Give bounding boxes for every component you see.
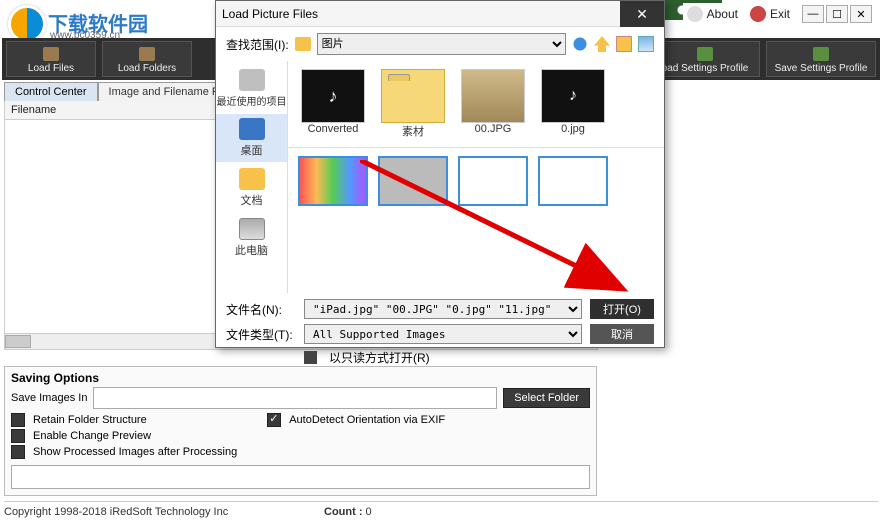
tab-control-center[interactable]: Control Center (4, 82, 98, 101)
file-label: 00.JPG (475, 123, 512, 135)
filename-input[interactable]: "iPad.jpg" "00.JPG" "0.jpg" "11.jpg" (304, 299, 582, 319)
filetype-select[interactable]: All Supported Images (304, 324, 582, 344)
dialog-title: Load Picture Files (216, 1, 664, 27)
file-item[interactable] (298, 156, 368, 206)
thumbnail-icon (461, 69, 525, 123)
place-recent-label: 最近使用的项目 (217, 93, 287, 108)
bottom-input[interactable] (11, 465, 590, 489)
saving-title: Saving Options (11, 371, 590, 385)
file-label: Converted (308, 123, 359, 135)
save-settings-label: Save Settings Profile (775, 63, 868, 74)
file-item[interactable]: ♪0.jpg (538, 69, 608, 139)
preview-label: Enable Change Preview (33, 430, 151, 442)
preview-checkbox[interactable] (11, 429, 25, 443)
autodetect-label: AutoDetect Orientation via EXIF (289, 414, 445, 426)
settings-icon (697, 47, 713, 61)
place-documents[interactable]: 文档 (216, 164, 287, 212)
readonly-label: 以只读方式打开(R) (329, 349, 430, 366)
exit-button[interactable]: Exit (750, 6, 790, 22)
open-button[interactable]: 打开(O) (590, 299, 654, 319)
view-menu-icon[interactable] (638, 36, 654, 52)
load-files-button[interactable]: Load Files (6, 41, 96, 77)
place-desktop[interactable]: 桌面 (216, 114, 287, 162)
close-button[interactable]: ✕ (850, 5, 872, 23)
exit-icon (750, 6, 766, 22)
file-label: 0.jpg (561, 123, 585, 135)
select-folder-button[interactable]: Select Folder (503, 388, 590, 408)
place-pc-label: 此电脑 (235, 242, 268, 258)
file-item[interactable] (458, 156, 528, 206)
thumbnail-icon: ♪ (301, 69, 365, 123)
file-item[interactable]: 素材 (378, 69, 448, 139)
dialog-close-button[interactable]: ✕ (620, 1, 664, 27)
lookin-select[interactable]: 图片 (317, 33, 566, 55)
filename-label: 文件名(N): (226, 301, 296, 318)
filetype-label: 文件类型(T): (226, 326, 296, 343)
recent-icon (239, 69, 265, 91)
thumbnail-icon: ♪ (541, 69, 605, 123)
exit-label: Exit (770, 7, 790, 21)
place-recent[interactable]: 最近使用的项目 (216, 65, 287, 112)
save-settings-button[interactable]: Save Settings Profile (766, 41, 876, 77)
documents-icon (239, 168, 265, 190)
scroll-thumb[interactable] (5, 335, 31, 348)
count-label: Count : (324, 506, 362, 518)
load-folders-button[interactable]: Load Folders (102, 41, 192, 77)
maximize-button[interactable]: ☐ (826, 5, 848, 23)
about-label: About (707, 7, 738, 21)
minimize-button[interactable]: — (802, 5, 824, 23)
save-in-label: Save Images In (11, 392, 87, 404)
file-grid-bottom (288, 148, 664, 214)
file-label: 素材 (402, 123, 424, 139)
folder-icon (295, 37, 311, 51)
lookin-label: 查找范围(I): (226, 36, 289, 53)
open-file-dialog: Load Picture Files ✕ 查找范围(I): 图片 最近使用的项目… (215, 0, 665, 348)
retain-checkbox[interactable] (11, 413, 25, 427)
load-folders-label: Load Folders (118, 63, 176, 74)
place-docs-label: 文档 (241, 192, 263, 208)
file-item[interactable]: 00.JPG (458, 69, 528, 139)
desktop-icon (239, 118, 265, 140)
load-settings-button[interactable]: oad Settings Profile (650, 41, 760, 77)
retain-label: Retain Folder Structure (33, 414, 147, 426)
readonly-checkbox[interactable] (304, 351, 317, 364)
autodetect-checkbox[interactable] (267, 413, 281, 427)
about-button[interactable]: About (687, 6, 738, 22)
place-desktop-label: 桌面 (241, 142, 263, 158)
folder-icon (43, 47, 59, 61)
new-folder-icon[interactable] (616, 36, 632, 52)
count-value: 0 (366, 506, 372, 518)
file-item[interactable] (538, 156, 608, 206)
file-item[interactable] (378, 156, 448, 206)
copyright-text: Copyright 1998-2018 iRedSoft Technology … (4, 506, 228, 518)
cancel-button[interactable]: 取消 (590, 324, 654, 344)
settings-icon (813, 47, 829, 61)
file-item[interactable]: ♪Converted (298, 69, 368, 139)
load-settings-label: oad Settings Profile (662, 63, 749, 74)
folder-icon (381, 69, 445, 123)
up-icon[interactable] (594, 36, 610, 52)
load-files-label: Load Files (28, 63, 74, 74)
save-path-input[interactable] (93, 387, 497, 409)
show-after-label: Show Processed Images after Processing (33, 446, 237, 458)
saving-options-panel: Saving Options Save Images In Select Fol… (4, 366, 597, 496)
folder-icon (139, 47, 155, 61)
file-grid-top: ♪Converted 素材 00.JPG ♪0.jpg (288, 61, 664, 148)
show-after-checkbox[interactable] (11, 445, 25, 459)
place-thispc[interactable]: 此电脑 (216, 214, 287, 262)
pc-icon (239, 218, 265, 240)
back-icon[interactable] (572, 36, 588, 52)
info-icon (687, 6, 703, 22)
